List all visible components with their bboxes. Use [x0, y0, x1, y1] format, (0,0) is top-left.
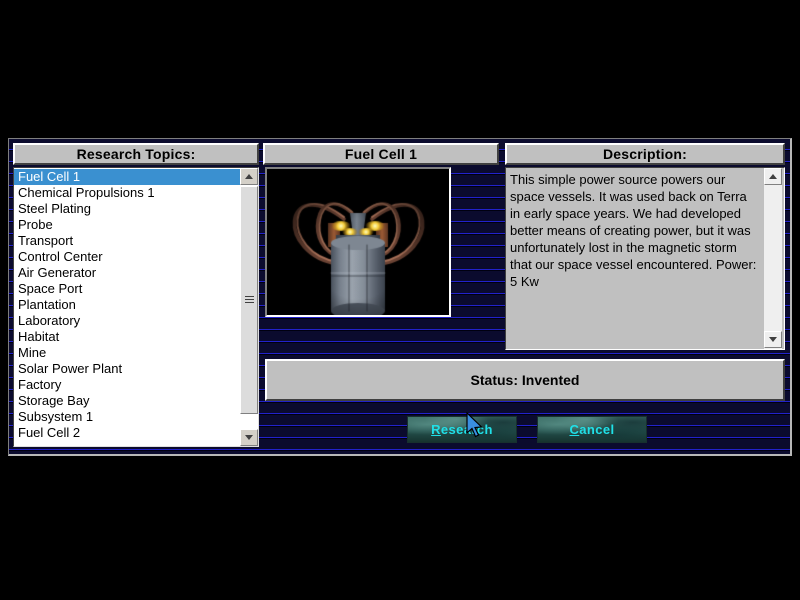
scrollbar-grip-icon	[244, 295, 254, 305]
research-button[interactable]: Research	[407, 416, 517, 443]
desktop-background: Research Topics: Fuel Cell 1 Chemical Pro…	[0, 0, 800, 600]
topic-list-item[interactable]: Transport	[14, 233, 240, 249]
scroll-up-icon	[769, 174, 777, 179]
topic-list-item[interactable]: Subsystem 1	[14, 409, 240, 425]
description-text: This simple power source powers our spac…	[510, 172, 757, 289]
topic-list-item[interactable]: Fuel Cell 2	[14, 425, 240, 441]
cancel-button[interactable]: Cancel	[537, 416, 647, 443]
fuel-cell-render	[267, 169, 449, 315]
scroll-down-icon	[245, 435, 253, 440]
topic-list-item[interactable]: Storage Bay	[14, 393, 240, 409]
topic-list-item[interactable]: Mine	[14, 345, 240, 361]
topic-list-item[interactable]: Laboratory	[14, 313, 240, 329]
description-scrollbar[interactable]	[764, 168, 782, 349]
description-title: Description:	[505, 143, 785, 165]
status-text: Status: Invented	[470, 372, 580, 388]
topic-list-item[interactable]: Probe	[14, 217, 240, 233]
scroll-down-icon	[769, 337, 777, 342]
research-topics-listbox[interactable]: Fuel Cell 1 Chemical Propulsions 1 Steel P…	[13, 167, 259, 447]
topics-scrollbar[interactable]	[240, 168, 258, 446]
research-dialog: Research Topics: Fuel Cell 1 Chemical Pro…	[8, 138, 792, 456]
preview-title: Fuel Cell 1	[263, 143, 499, 165]
topics-scroll-down-button[interactable]	[240, 429, 258, 446]
topic-list-item[interactable]: Plantation	[14, 297, 240, 313]
topic-list-item[interactable]: Solar Power Plant	[14, 361, 240, 377]
topics-scrollbar-thumb[interactable]	[240, 186, 258, 414]
topic-list-item[interactable]: Space Port	[14, 281, 240, 297]
topic-list-item[interactable]: Steel Plating	[14, 201, 240, 217]
topics-scroll-up-button[interactable]	[240, 168, 258, 185]
description-scroll-down-button[interactable]	[764, 331, 782, 348]
description-scrollbar-track[interactable]	[764, 168, 782, 349]
topic-list-item[interactable]: Habitat	[14, 329, 240, 345]
topic-list-item[interactable]: Chemical Propulsions 1	[14, 185, 240, 201]
research-topics-title: Research Topics:	[13, 143, 259, 165]
status-bar: Status: Invented	[265, 359, 785, 401]
topic-list-item[interactable]: Air Generator	[14, 265, 240, 281]
description-scroll-up-button[interactable]	[764, 168, 782, 185]
research-topics-list[interactable]: Fuel Cell 1 Chemical Propulsions 1 Steel P…	[14, 168, 240, 446]
topic-list-item[interactable]: Control Center	[14, 249, 240, 265]
topic-list-item[interactable]: Factory	[14, 377, 240, 393]
preview-image-frame	[265, 167, 451, 317]
description-textbox[interactable]: This simple power source powers our spac…	[505, 167, 785, 350]
scroll-up-icon	[245, 174, 253, 179]
cancel-button-label: Cancel	[569, 422, 615, 437]
research-button-label: Research	[431, 422, 493, 437]
topic-list-item[interactable]: Fuel Cell 1	[14, 169, 240, 185]
